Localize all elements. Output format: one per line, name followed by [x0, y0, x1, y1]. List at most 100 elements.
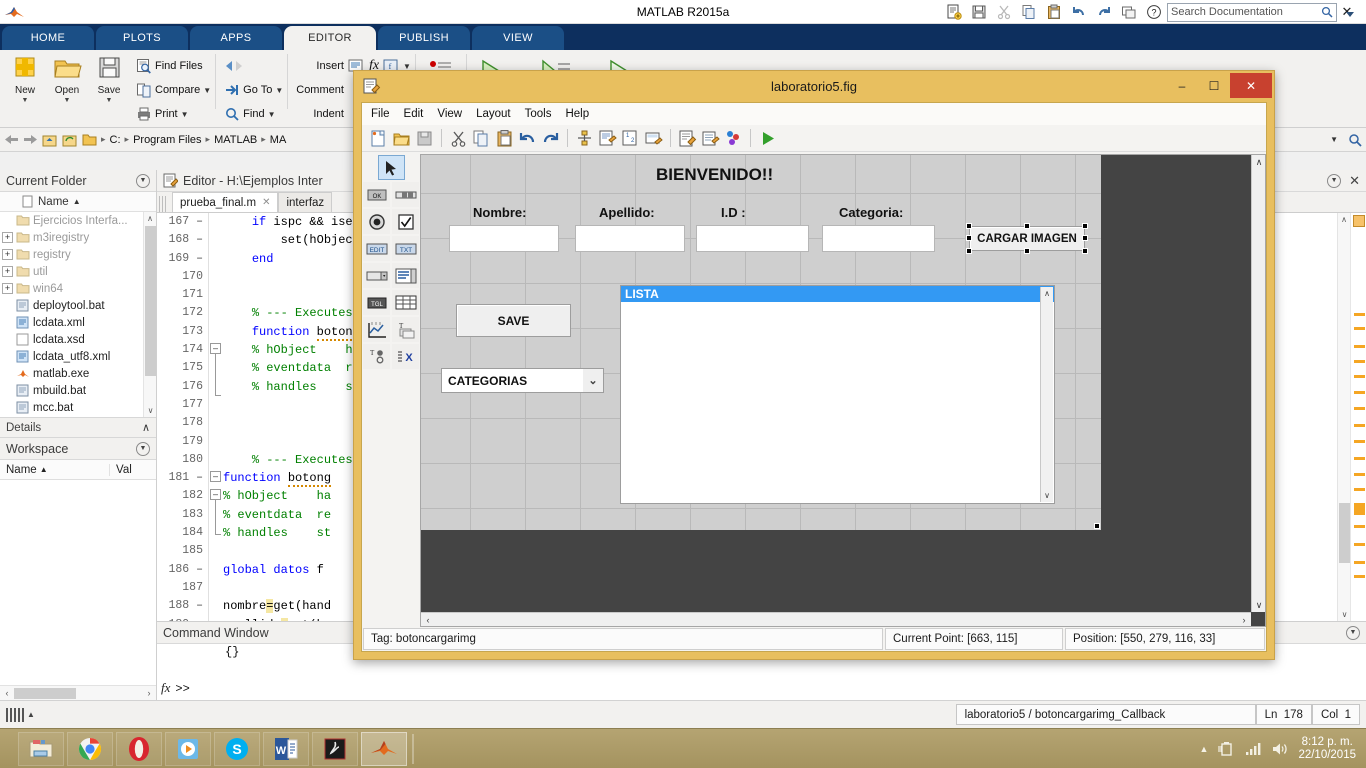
new-script-icon[interactable] — [942, 1, 966, 23]
crumb-ma[interactable]: MA — [270, 134, 287, 146]
property-inspector-icon[interactable] — [701, 129, 720, 148]
scroll-up-icon[interactable]: ∧ — [1252, 155, 1265, 169]
resize-handle-sw[interactable] — [966, 248, 972, 254]
tab-apps[interactable]: APPS — [190, 26, 282, 50]
list-item[interactable]: matlab.exe — [0, 365, 142, 382]
list-item[interactable]: lcdata.xml — [0, 314, 142, 331]
tab-editor[interactable]: EDITOR — [284, 26, 376, 50]
button-group-icon[interactable]: T — [363, 344, 390, 369]
skype-icon[interactable]: S — [214, 731, 260, 766]
find-files-button[interactable]: Find Files — [136, 54, 211, 78]
word-icon[interactable]: W — [263, 731, 309, 766]
align-objects-icon[interactable] — [575, 129, 594, 148]
sort-ascending-icon[interactable]: ▲ — [73, 197, 81, 206]
redo-icon[interactable] — [541, 129, 560, 148]
expand-icon[interactable]: + — [2, 283, 13, 294]
menu-tools[interactable]: Tools — [525, 108, 552, 120]
expand-icon[interactable]: + — [2, 266, 13, 277]
toggle-button-icon[interactable]: TGL — [363, 290, 390, 315]
run-icon[interactable] — [758, 129, 778, 148]
undo-icon[interactable] — [518, 129, 537, 148]
panel-options-icon[interactable]: ▼ — [136, 441, 150, 456]
opera-icon[interactable] — [116, 731, 162, 766]
network-icon[interactable] — [1244, 741, 1262, 757]
scrollbar-thumb[interactable] — [1339, 503, 1350, 563]
lista-selected-item[interactable]: LISTA — [621, 286, 1054, 302]
edit-nombre[interactable] — [449, 225, 559, 252]
object-browser-icon[interactable] — [724, 129, 743, 148]
analyzer-status-icon[interactable] — [1353, 215, 1365, 227]
chevron-down-icon[interactable]: ▼ — [181, 110, 189, 119]
chevron-up-icon[interactable]: ∧ — [142, 421, 150, 434]
guide-title-bar[interactable]: laboratorio5.fig – ☐ ✕ — [354, 71, 1274, 102]
save-button[interactable]: Save ▼ — [88, 54, 130, 104]
resize-handle-ne[interactable] — [1082, 223, 1088, 229]
chevron-up-icon[interactable]: ▲ — [27, 710, 35, 719]
scroll-left-icon[interactable]: ‹ — [0, 688, 14, 698]
activex-control-icon[interactable]: X — [392, 344, 419, 369]
listbox-scrollbar[interactable]: ∧ ∨ — [1040, 287, 1053, 502]
scroll-up-icon[interactable]: ∧ — [1041, 287, 1053, 300]
lista-listbox[interactable]: LISTA ∧ ∨ — [620, 285, 1055, 504]
fold-toggle-icon[interactable]: – — [210, 471, 221, 482]
back-forward-buttons[interactable] — [224, 54, 283, 78]
column-name-label[interactable]: Name — [38, 196, 69, 208]
refresh-folder-icon[interactable] — [62, 133, 78, 147]
scroll-up-icon[interactable]: ∧ — [1338, 213, 1350, 226]
menu-layout[interactable]: Layout — [476, 108, 511, 120]
resize-handle-e[interactable] — [1082, 235, 1088, 241]
undo-icon[interactable] — [1067, 1, 1091, 23]
listbox-icon[interactable] — [392, 263, 419, 288]
hscroll-track[interactable] — [14, 687, 142, 699]
menu-view[interactable]: View — [437, 108, 462, 120]
adobe-reader-icon[interactable] — [312, 731, 358, 766]
redo-icon[interactable] — [1092, 1, 1116, 23]
comment-button[interactable]: Comment — [296, 78, 344, 102]
copy-icon[interactable] — [1017, 1, 1041, 23]
resize-handle-n[interactable] — [1024, 223, 1030, 229]
panel-options-icon[interactable]: ▼ — [136, 173, 150, 188]
menu-editor-icon[interactable] — [598, 129, 617, 148]
chevron-down-icon[interactable]: ▼ — [106, 97, 113, 104]
canvas-vscrollbar[interactable]: ∧ ∨ — [1251, 155, 1265, 612]
code-analyzer-strip[interactable] — [1350, 213, 1366, 621]
fold-toggle-icon[interactable]: – — [210, 343, 221, 354]
address-dropdown-icon[interactable]: ▼ — [1330, 135, 1338, 144]
tab-order-editor-icon[interactable]: 12 — [621, 129, 640, 148]
open-button[interactable]: Open ▼ — [46, 54, 88, 104]
workspace-col-value[interactable]: Val — [110, 464, 132, 476]
panel-icon[interactable]: T — [392, 317, 419, 342]
save-button[interactable]: SAVE — [456, 304, 571, 337]
workspace-table-body[interactable] — [0, 480, 156, 685]
list-item[interactable]: + win64 — [0, 280, 142, 297]
address-search-icon[interactable] — [1348, 133, 1362, 147]
switch-window-icon[interactable] — [1117, 1, 1141, 23]
list-item[interactable]: + m3iregistry — [0, 229, 142, 246]
axes-icon[interactable] — [363, 317, 390, 342]
m-file-editor-icon[interactable] — [678, 129, 697, 148]
google-chrome-icon[interactable] — [67, 731, 113, 766]
panel-options-icon[interactable]: ▼ — [1327, 173, 1342, 188]
battery-icon[interactable] — [1217, 741, 1235, 757]
hscroll-thumb[interactable] — [14, 687, 76, 699]
chevron-down-icon[interactable]: ⌄ — [583, 369, 603, 392]
table-icon[interactable] — [392, 290, 419, 315]
chevron-down-icon[interactable]: ▼ — [268, 110, 276, 119]
sort-ascending-icon[interactable]: ▲ — [40, 465, 48, 474]
editor-vscrollbar[interactable]: ∧ ∨ — [1337, 213, 1350, 621]
list-item[interactable]: + util — [0, 263, 142, 280]
matlab-icon[interactable] — [361, 731, 407, 766]
guide-close-button[interactable]: ✕ — [1230, 73, 1272, 98]
forward-arrow-icon[interactable] — [23, 133, 38, 146]
code-fold-column[interactable]: – – – — [209, 213, 223, 621]
find-button[interactable]: Find ▼ — [224, 102, 283, 126]
scroll-right-icon[interactable]: › — [142, 688, 156, 698]
scroll-left-icon[interactable]: ‹ — [421, 613, 435, 627]
toolbar-editor-icon[interactable] — [644, 129, 663, 148]
push-button-icon[interactable]: OK — [363, 182, 390, 207]
resize-handle-w[interactable] — [966, 235, 972, 241]
check-box-icon[interactable] — [392, 209, 419, 234]
chevron-down-icon[interactable]: ▼ — [275, 86, 283, 95]
figure-design-surface[interactable]: BIENVENIDO!! Nombre: Apellido: I.D : Cat… — [421, 155, 1101, 530]
search-documentation-input[interactable]: Search Documentation — [1167, 2, 1337, 22]
